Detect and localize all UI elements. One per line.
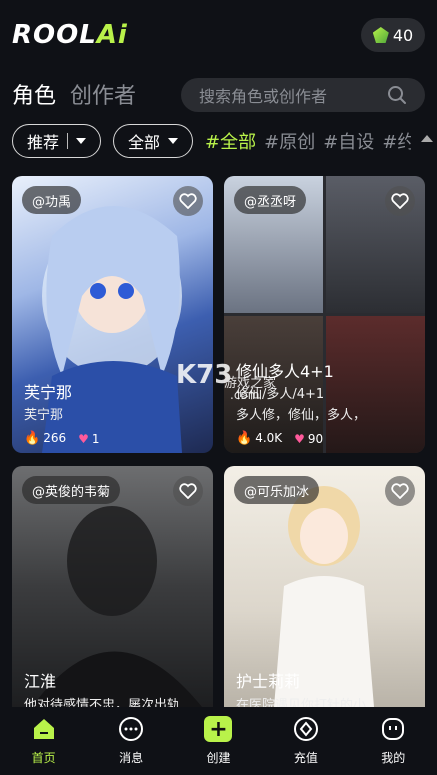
nav-messages[interactable]: 消息 (91, 707, 171, 775)
gem-icon (372, 27, 389, 43)
author-tag[interactable]: @功禹 (22, 186, 82, 214)
heart-icon (391, 193, 409, 209)
heart-icon (179, 483, 197, 499)
character-card[interactable]: @可乐加冰 护士莉莉 在医院遇见你打针的小 (224, 466, 425, 707)
sort-label: 推荐 (27, 133, 60, 152)
character-card[interactable]: @丞丞呀 修仙多人4+1 修仙/多人/4+1 多人修，修仙，多人， 🔥 4.0K … (224, 176, 425, 453)
top-bar: ROOLAi 40 (0, 0, 437, 70)
nav-recharge-label: 充值 (293, 751, 318, 765)
chevron-down-icon (168, 138, 179, 144)
nav-recharge[interactable]: 充值 (266, 707, 346, 775)
favorite-button[interactable] (173, 476, 203, 506)
app-logo: ROOLAi (12, 20, 128, 50)
tag-more[interactable]: #约 (382, 128, 411, 154)
tag-list: #全部 #原创 #自设 #约 (205, 128, 411, 154)
home-icon (30, 715, 58, 743)
card-subtitle: 他对待感情不忠，屡次出轨 (24, 698, 181, 707)
author-tag[interactable]: @丞丞呀 (234, 186, 307, 214)
category-dropdown[interactable]: 全部 (113, 124, 194, 158)
bottom-nav: 首页 消息 + 创建 充值 我的 (0, 707, 437, 775)
card-title: 护士莉莉 (236, 672, 301, 691)
heart-icon: ♥ (78, 431, 89, 446)
search-icon (387, 85, 407, 109)
hot-count: 4.0K (255, 431, 283, 445)
favorite-button[interactable] (173, 186, 203, 216)
tag-original[interactable]: #原创 (264, 128, 315, 154)
like-count: 90 (307, 431, 324, 446)
watermark: K73 游戏之家 .com (176, 360, 277, 402)
author-tag[interactable]: @英俊的韦菊 (22, 476, 121, 504)
card-title: 芙宁那 (24, 383, 73, 402)
divider (67, 133, 69, 149)
profile-icon (379, 715, 407, 743)
coin-count: 40 (392, 25, 414, 45)
search-input[interactable]: 搜索角色或创作者 (181, 78, 425, 112)
sort-dropdown[interactable]: 推荐 (12, 124, 102, 158)
like-count: 1 (91, 431, 100, 446)
nav-home[interactable]: 首页 (4, 707, 84, 775)
tab-bar: 角色 创作者 (12, 78, 136, 110)
card-subtitle: 芙宁那 (24, 408, 64, 423)
filter-bar: 推荐 全部 #全部 #原创 #自设 #约 (12, 124, 437, 158)
diamond-icon (292, 715, 320, 743)
plus-icon: + (204, 715, 233, 743)
heart-icon (391, 483, 409, 499)
card-stats: 🔥 266 ♥ 1 (24, 431, 100, 446)
expand-tags-icon[interactable] (421, 135, 433, 142)
search-placeholder: 搜索角色或创作者 (199, 87, 328, 106)
heart-icon (179, 193, 197, 209)
nav-profile-label: 我的 (381, 751, 406, 765)
character-card[interactable]: @英俊的韦菊 江淮 他对待感情不忠，屡次出轨 (12, 466, 213, 707)
tag-self[interactable]: #自设 (323, 128, 374, 154)
nav-create-label: 创建 (206, 751, 231, 765)
hot-count: 266 (43, 431, 67, 445)
card-subtitle: 在医院遇见你打针的小 (236, 698, 367, 707)
category-label: 全部 (128, 133, 161, 152)
heart-icon: ♥ (294, 431, 305, 446)
nav-profile[interactable]: 我的 (353, 707, 433, 775)
chevron-down-icon (76, 138, 87, 144)
character-illustration (326, 316, 425, 453)
character-card[interactable]: @功禹 芙宁那 芙宁那 🔥 266 ♥ 1 (12, 176, 213, 453)
author-tag[interactable]: @可乐加冰 (234, 476, 320, 504)
card-title: 江淮 (24, 672, 57, 691)
message-icon (117, 715, 145, 743)
favorite-button[interactable] (385, 186, 415, 216)
card-stats: 🔥 4.0K ♥ 90 (236, 431, 323, 446)
nav-home-label: 首页 (31, 751, 56, 765)
nav-messages-label: 消息 (119, 751, 144, 765)
tab-creators[interactable]: 创作者 (70, 78, 136, 110)
tag-all[interactable]: #全部 (205, 128, 256, 154)
tab-characters[interactable]: 角色 (12, 78, 56, 110)
flame-icon: 🔥 (236, 431, 253, 446)
favorite-button[interactable] (385, 476, 415, 506)
flame-icon: 🔥 (24, 431, 41, 446)
nav-create[interactable]: + 创建 (178, 707, 258, 775)
coin-balance[interactable]: 40 (361, 18, 425, 52)
